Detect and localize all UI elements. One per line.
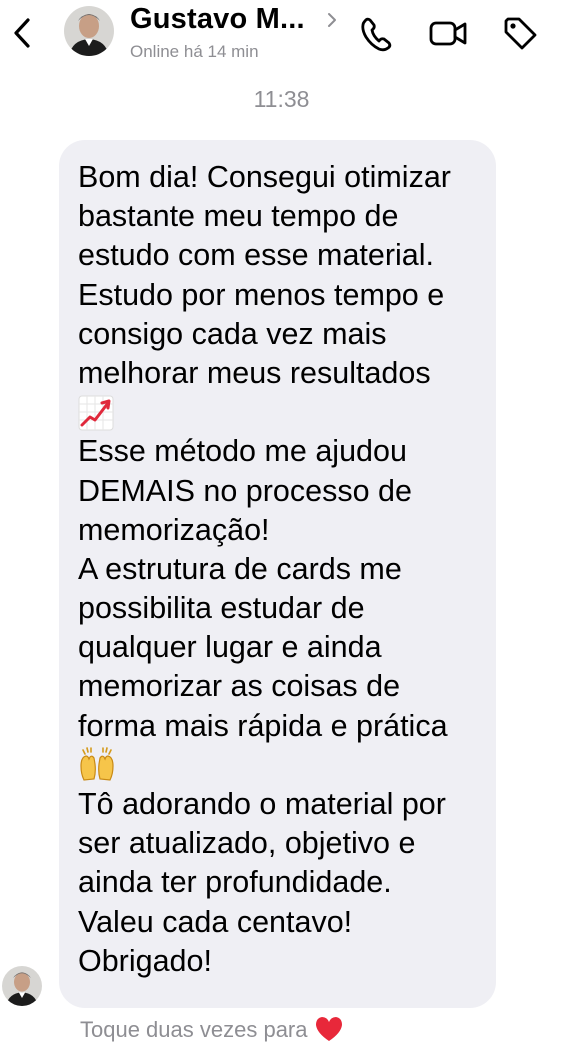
message-line: consigo cada vez mais — [78, 316, 387, 351]
message-line: memorizar as coisas de — [78, 669, 401, 704]
heart-icon — [314, 1015, 344, 1043]
back-button[interactable] — [8, 14, 38, 52]
message-line: memorização! — [78, 512, 270, 547]
message-line: Obrigado! — [78, 943, 212, 978]
chevron-left-icon — [14, 18, 30, 48]
contact-avatar[interactable] — [64, 6, 114, 56]
message-line: forma mais rápida e prática — [78, 708, 448, 743]
contact-status: Online há 14 min — [130, 42, 259, 61]
message-line: Estudo por menos tempo e — [78, 277, 445, 312]
message-line: estudo com esse material. — [78, 238, 434, 273]
message-line: Tô adorando o material por — [78, 787, 446, 821]
message-timestamp: 11:38 — [253, 86, 310, 112]
message-line: bastante meu tempo de — [78, 199, 399, 234]
message-line: A estrutura de cards me — [78, 551, 402, 586]
chevron-right-icon[interactable] — [326, 12, 338, 28]
phone-icon — [361, 17, 392, 52]
message-line: ser atualizado, objetivo e — [78, 826, 416, 861]
tag-button[interactable] — [500, 12, 540, 54]
sender-avatar[interactable] — [2, 966, 42, 1006]
hint-text: Toque duas vezes para — [80, 1017, 308, 1042]
message-line: qualquer lugar e ainda — [78, 630, 382, 665]
message-line: Valeu cada centavo! — [78, 904, 353, 939]
message-line: melhorar meus resultados — [78, 355, 431, 390]
message-line: Bom dia! Consegui otimizar — [78, 160, 451, 194]
video-call-button[interactable] — [428, 12, 468, 54]
tag-icon — [504, 17, 537, 50]
call-button[interactable] — [356, 12, 396, 54]
raising-hands-emoji — [78, 746, 490, 785]
contact-name[interactable]: Gustavo M... — [130, 2, 305, 36]
chart-increasing-emoji — [78, 393, 490, 432]
double-tap-hint: Toque duas vezes para — [80, 1014, 344, 1046]
chat-header: Gustavo M... Online há 14 min — [0, 0, 563, 72]
message-line: ainda ter profundidade. — [78, 865, 392, 900]
message-text[interactable]: Bom dia! Consegui otimizar bastante meu … — [78, 158, 490, 981]
message-line: Esse método me ajudou — [78, 434, 407, 469]
message-line: possibilita estudar de — [78, 591, 365, 626]
video-camera-icon — [429, 21, 467, 46]
message-line: DEMAIS no processo de — [78, 473, 412, 508]
